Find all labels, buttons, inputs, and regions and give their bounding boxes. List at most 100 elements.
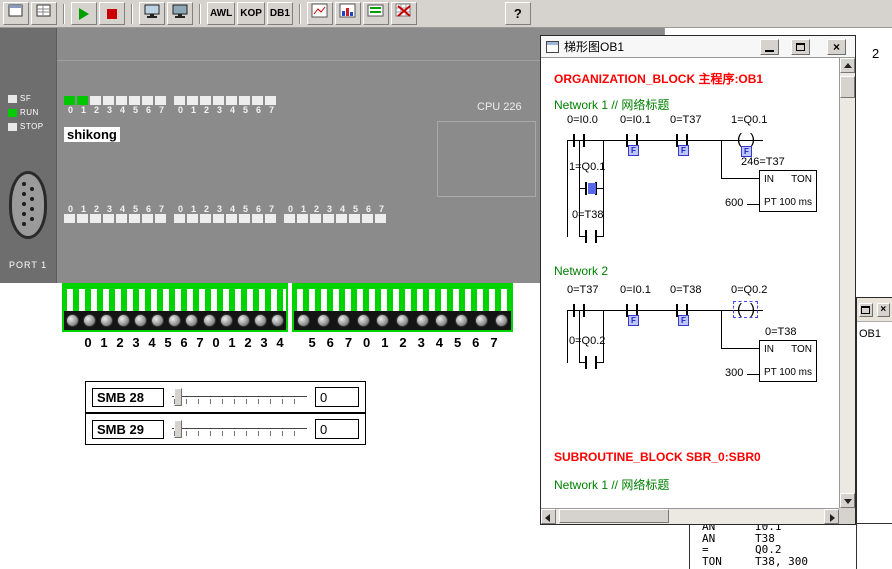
kop-view-button[interactable]: KOP [237, 2, 265, 25]
plc-monitor-button[interactable] [167, 2, 193, 25]
trend-chart-button[interactable] [307, 2, 333, 25]
ladder-window-body: ORGANIZATION_BLOCK 主程序:OB1 Network 1 // … [541, 58, 855, 524]
smb28-slider[interactable] [172, 386, 307, 408]
terminal-number: 3 [256, 335, 272, 350]
output-led [297, 214, 308, 223]
smb29-value-field[interactable]: 0 [315, 419, 359, 439]
terminal-number: 0 [358, 335, 376, 350]
terminal-number: 7 [485, 335, 503, 350]
plc-connect-button[interactable] [139, 2, 165, 25]
led-digit: 2 [310, 204, 323, 214]
help-button[interactable]: ? [505, 2, 531, 25]
network1-label: Network 1 // 网络标题 [554, 96, 669, 113]
input-led [155, 96, 166, 105]
port-pin [22, 192, 26, 196]
stop-led [8, 123, 17, 131]
vertical-scroll-thumb[interactable] [840, 76, 855, 98]
timer-in-label: IN [764, 344, 774, 355]
terminal-number: 2 [112, 335, 128, 350]
close-button[interactable]: × [827, 39, 846, 55]
rung2-coil[interactable]: ( ) [737, 302, 755, 318]
stop-led-label: STOP [20, 122, 44, 131]
program-name-label: shikong [64, 127, 120, 142]
digit-row: 01234567 [174, 204, 280, 214]
awl-label: AWL [210, 8, 232, 19]
force-marker: F [628, 315, 639, 326]
minimize-icon [765, 50, 774, 52]
minimize-button[interactable] [760, 39, 779, 55]
wire [597, 236, 604, 237]
input-led [252, 96, 263, 105]
output-led [155, 214, 166, 223]
stop-button[interactable] [99, 2, 125, 25]
led-digit: 5 [239, 204, 252, 214]
status-led-stop: STOP [8, 122, 44, 131]
port-pin [30, 187, 34, 191]
digit-row: 01234567 [64, 204, 170, 214]
scroll-right-button[interactable] [824, 509, 839, 524]
terminal-screw [435, 314, 448, 327]
horizontal-scroll-thumb[interactable] [559, 509, 669, 523]
output-led [239, 214, 250, 223]
timer-row: IN TON [764, 174, 812, 185]
rung1-branch-contact2[interactable] [585, 230, 597, 243]
bg-restore-button[interactable] [859, 303, 873, 317]
awl-view-button[interactable]: AWL [207, 2, 235, 25]
stl-line: TON T38, 300 [702, 556, 892, 568]
rung1-contact3-label: 0=T37 [670, 114, 702, 126]
wire [597, 362, 604, 363]
scroll-left-button[interactable] [541, 509, 556, 524]
led-digit: 4 [226, 204, 239, 214]
timer-in-label: IN [764, 174, 774, 185]
subroutine-block-header: SUBROUTINE_BLOCK SBR_0:SBR0 [554, 450, 761, 464]
vertical-scrollbar[interactable] [839, 58, 855, 508]
port-label: PORT 1 [9, 260, 47, 270]
led-row [64, 96, 170, 105]
rung2-branch-contact1[interactable] [585, 356, 597, 369]
status-chart-button[interactable] [335, 2, 361, 25]
smb28-value-field[interactable]: 0 [315, 387, 359, 407]
wire [721, 348, 759, 349]
background-window-title-fragment: OB1 [857, 322, 892, 340]
input-led [90, 96, 101, 105]
output-led [213, 214, 224, 223]
rung2-coil-label: 0=Q0.2 [731, 284, 767, 296]
rung1-timer-box[interactable]: IN TON PT 100 ms [759, 170, 817, 212]
run-button[interactable] [71, 2, 97, 25]
ladder-window-titlebar[interactable]: 梯形图OB1 × [541, 36, 855, 58]
cpu-model-label: CPU 226 [477, 101, 522, 113]
input-led [200, 96, 211, 105]
terminal-number: 1 [96, 335, 112, 350]
open-project-button[interactable] [31, 2, 57, 25]
restore-button[interactable] [791, 39, 810, 55]
horizontal-scrollbar[interactable] [541, 508, 839, 524]
smb29-slider[interactable] [172, 418, 307, 440]
new-project-button[interactable] [3, 2, 29, 25]
db1-view-button[interactable]: DB1 [267, 2, 293, 25]
terminal-number: 3 [412, 335, 430, 350]
rung1-branch1-label: 1=Q0.1 [569, 161, 605, 173]
led-digit: 0 [284, 204, 297, 214]
output-led-group-3: 01234567 [284, 204, 390, 223]
output-led [284, 214, 295, 223]
rung2-timer-box[interactable]: IN TON PT 100 ms [759, 340, 817, 382]
toolbar-separator [199, 4, 201, 24]
led-digit: 1 [187, 105, 200, 115]
led-digit: 6 [252, 105, 265, 115]
terminal-screw [151, 314, 164, 327]
scroll-up-button[interactable] [840, 58, 855, 73]
led-digit: 1 [297, 204, 310, 214]
power-rail [567, 310, 568, 363]
td200-button[interactable] [363, 2, 389, 25]
terminal-screw [66, 314, 79, 327]
data-table-button[interactable] [391, 2, 417, 25]
run-led [8, 109, 17, 117]
scroll-down-button[interactable] [840, 493, 855, 508]
input-led [187, 96, 198, 105]
led-digit: 3 [103, 204, 116, 214]
terminal-screw [317, 314, 330, 327]
bg-close-button[interactable]: × [877, 303, 891, 317]
output-led [64, 214, 75, 223]
led-digit: 5 [239, 105, 252, 115]
terminal-screw [455, 314, 468, 327]
